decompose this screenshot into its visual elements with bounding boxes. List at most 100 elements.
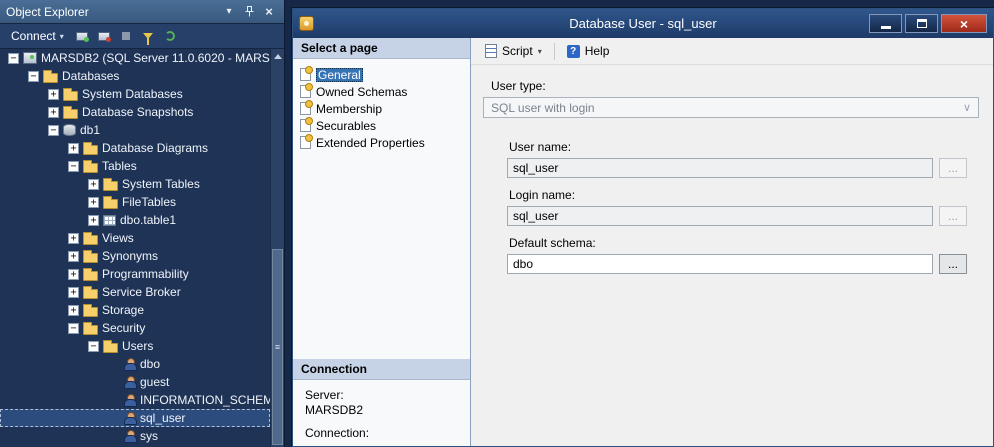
user-name-input[interactable] [507, 158, 933, 178]
expand-icon[interactable]: + [88, 179, 99, 190]
help-button[interactable]: ? Help [563, 42, 614, 60]
page-icon [300, 136, 311, 149]
vertical-scrollbar[interactable]: ≡ [270, 49, 284, 447]
tree-item-guest[interactable]: guest [0, 373, 270, 391]
scrollbar-thumb[interactable]: ≡ [272, 249, 283, 445]
tree-item-storage[interactable]: +Storage [0, 301, 270, 319]
connect-server-icon[interactable] [73, 27, 92, 46]
tree-item-database-snapshots[interactable]: + Database Snapshots [0, 103, 270, 121]
tree-item-system-databases[interactable]: +System Databases [0, 85, 270, 103]
tree-item-marsdb2-sql-server-11-0-6020-marsd[interactable]: −MARSDB2 (SQL Server 11.0.6020 - MARSD [0, 49, 270, 67]
connection-label: Connection: [305, 426, 458, 441]
tree-item-dbo[interactable]: dbo [0, 355, 270, 373]
tree-item-sys[interactable]: sys [0, 427, 270, 445]
expand-icon[interactable]: + [68, 305, 79, 316]
tree-item-db1[interactable]: − db1 [0, 121, 270, 139]
page-content-pane: Script ▾ ? Help User type: SQL user with… [471, 38, 993, 446]
tree-item-label: sql_user [140, 411, 188, 425]
folder-icon [83, 307, 98, 317]
tree-item-synonyms[interactable]: +Synonyms [0, 247, 270, 265]
script-button[interactable]: Script ▾ [481, 42, 546, 60]
window-controls: × [869, 14, 987, 33]
minimize-icon [881, 26, 891, 29]
tree-item-filetables[interactable]: + FileTables [0, 193, 270, 211]
expand-icon[interactable]: + [88, 197, 99, 208]
stop-icon[interactable] [117, 27, 136, 46]
tree-item-service-broker[interactable]: +Service Broker [0, 283, 270, 301]
expand-icon[interactable]: + [68, 233, 79, 244]
tree-item-label: System Tables [122, 177, 203, 191]
expand-icon[interactable]: + [68, 143, 79, 154]
default-schema-row: ... [507, 254, 967, 274]
filter-icon[interactable] [139, 27, 158, 46]
disconnect-server-icon[interactable] [95, 27, 114, 46]
close-button[interactable]: × [941, 14, 987, 33]
tree-item-label: db1 [80, 123, 103, 137]
expand-icon[interactable]: + [68, 251, 79, 262]
expand-icon[interactable]: + [88, 215, 99, 226]
tree-item-security[interactable]: −Security [0, 319, 270, 337]
expand-icon[interactable]: + [68, 269, 79, 280]
collapse-icon[interactable]: − [48, 125, 59, 136]
window-position-icon[interactable]: ▾ [220, 4, 238, 20]
object-explorer-titlebar[interactable]: Object Explorer ▾ × [0, 0, 284, 24]
collapse-icon[interactable]: − [8, 53, 19, 64]
folder-icon [83, 253, 98, 263]
expand-icon[interactable]: + [48, 89, 59, 100]
collapse-icon[interactable]: − [28, 71, 39, 82]
user-type-dropdown[interactable]: SQL user with login ∨ [483, 97, 979, 118]
tree-item-sql-user[interactable]: sql_user [0, 409, 270, 427]
collapse-icon[interactable]: − [68, 161, 79, 172]
server-label: Server: [305, 388, 458, 403]
general-page-form: User type: SQL user with login ∨ User na… [471, 65, 993, 446]
refresh-icon[interactable] [161, 27, 180, 46]
login-name-browse-button[interactable]: ... [939, 206, 967, 226]
tree-item-system-tables[interactable]: + System Tables [0, 175, 270, 193]
page-icon [300, 85, 311, 98]
tree-item-views[interactable]: +Views [0, 229, 270, 247]
page-item-membership[interactable]: Membership [296, 100, 467, 117]
server-icon [23, 52, 37, 64]
tree-item-label: FileTables [122, 195, 179, 209]
tree-item-databases[interactable]: −Databases [0, 67, 270, 85]
user-type-value: SQL user with login [491, 101, 595, 115]
page-item-extended-properties[interactable]: Extended Properties [296, 134, 467, 151]
tree-item-database-diagrams[interactable]: +Database Diagrams [0, 139, 270, 157]
object-explorer-panel: Object Explorer ▾ × Connect ▾ −MARSDB2 (… [0, 0, 285, 447]
expand-icon[interactable]: + [48, 107, 59, 118]
page-item-securables[interactable]: Securables [296, 117, 467, 134]
close-icon[interactable]: × [260, 4, 278, 20]
folder-icon [83, 235, 98, 245]
maximize-button[interactable] [905, 14, 938, 33]
folder-icon [43, 73, 58, 83]
folder-icon [83, 145, 98, 155]
user-name-browse-button[interactable]: ... [939, 158, 967, 178]
tree-item-label: Database Snapshots [82, 105, 196, 119]
page-item-owned-schemas[interactable]: Owned Schemas [296, 83, 467, 100]
tree-item-information-schem[interactable]: INFORMATION_SCHEM [0, 391, 270, 409]
user-name-row: ... [507, 158, 967, 178]
collapse-icon[interactable]: − [68, 323, 79, 334]
scroll-up-button[interactable] [271, 49, 284, 63]
pin-icon[interactable] [240, 4, 258, 20]
tree-item-tables[interactable]: −Tables [0, 157, 270, 175]
folder-icon [103, 343, 118, 353]
tree-item-label: Users [122, 339, 156, 353]
tree-item-dbo-table1[interactable]: +dbo.table1 [0, 211, 270, 229]
minimize-button[interactable] [869, 14, 902, 33]
connect-button[interactable]: Connect ▾ [5, 27, 70, 45]
default-schema-input[interactable] [507, 254, 933, 274]
page-item-general[interactable]: General [296, 66, 467, 83]
default-schema-browse-button[interactable]: ... [939, 254, 967, 274]
page-item-label: Securables [316, 119, 376, 133]
tree-item-label: dbo [140, 357, 163, 371]
expand-icon[interactable]: + [68, 287, 79, 298]
tree-item-programmability[interactable]: +Programmability [0, 265, 270, 283]
folder-icon [83, 271, 98, 281]
login-name-input[interactable] [507, 206, 933, 226]
database-user-dialog-icon [299, 16, 314, 31]
tree-item-users[interactable]: − Users [0, 337, 270, 355]
chevron-down-icon[interactable]: ▾ [538, 47, 542, 56]
dialog-titlebar[interactable]: Database User - sql_user × [293, 9, 993, 38]
collapse-icon[interactable]: − [88, 341, 99, 352]
